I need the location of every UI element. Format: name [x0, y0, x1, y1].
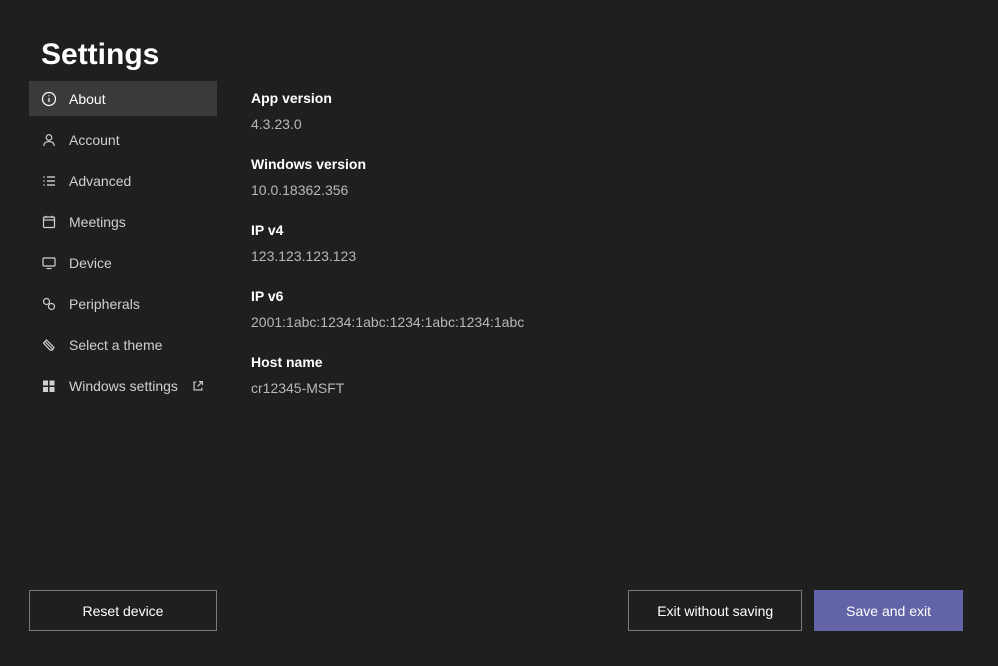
field-label: Windows version	[251, 156, 851, 172]
sidebar-item-label: Account	[69, 132, 217, 148]
field-label: Host name	[251, 354, 851, 370]
person-icon	[41, 132, 57, 148]
monitor-icon	[41, 255, 57, 271]
field-label: IP v6	[251, 288, 851, 304]
settings-sidebar: About Account Advanced	[29, 81, 217, 409]
field-ipv4: IP v4 123.123.123.123	[251, 222, 851, 264]
field-windows-version: Windows version 10.0.18362.356	[251, 156, 851, 198]
field-ipv6: IP v6 2001:1abc:1234:1abc:1234:1abc:1234…	[251, 288, 851, 330]
field-value: 2001:1abc:1234:1abc:1234:1abc:1234:1abc	[251, 314, 851, 330]
footer: Reset device Exit without saving Save an…	[29, 590, 963, 631]
sidebar-item-label: Windows settings	[69, 378, 191, 394]
sidebar-item-meetings[interactable]: Meetings	[29, 204, 217, 239]
exit-without-saving-button[interactable]: Exit without saving	[628, 590, 802, 631]
windows-icon	[41, 378, 57, 394]
field-label: IP v4	[251, 222, 851, 238]
sidebar-item-peripherals[interactable]: Peripherals	[29, 286, 217, 321]
sidebar-item-label: Device	[69, 255, 217, 271]
sidebar-item-advanced[interactable]: Advanced	[29, 163, 217, 198]
field-value: 10.0.18362.356	[251, 182, 851, 198]
field-value: cr12345-MSFT	[251, 380, 851, 396]
list-icon	[41, 173, 57, 189]
sidebar-item-label: Meetings	[69, 214, 217, 230]
about-panel: App version 4.3.23.0 Windows version 10.…	[251, 90, 851, 420]
field-value: 4.3.23.0	[251, 116, 851, 132]
sidebar-item-theme[interactable]: Select a theme	[29, 327, 217, 362]
peripherals-icon	[41, 296, 57, 312]
field-app-version: App version 4.3.23.0	[251, 90, 851, 132]
sidebar-item-label: About	[69, 91, 217, 107]
info-icon	[41, 91, 57, 107]
sidebar-item-label: Peripherals	[69, 296, 217, 312]
theme-icon	[41, 337, 57, 353]
sidebar-item-label: Select a theme	[69, 337, 217, 353]
sidebar-item-label: Advanced	[69, 173, 217, 189]
sidebar-item-about[interactable]: About	[29, 81, 217, 116]
save-and-exit-button[interactable]: Save and exit	[814, 590, 963, 631]
field-value: 123.123.123.123	[251, 248, 851, 264]
reset-device-button[interactable]: Reset device	[29, 590, 217, 631]
page-title: Settings	[41, 38, 159, 72]
sidebar-item-device[interactable]: Device	[29, 245, 217, 280]
sidebar-item-windows-settings[interactable]: Windows settings	[29, 368, 217, 403]
external-link-icon	[191, 379, 205, 393]
field-label: App version	[251, 90, 851, 106]
sidebar-item-account[interactable]: Account	[29, 122, 217, 157]
calendar-icon	[41, 214, 57, 230]
field-host-name: Host name cr12345-MSFT	[251, 354, 851, 396]
